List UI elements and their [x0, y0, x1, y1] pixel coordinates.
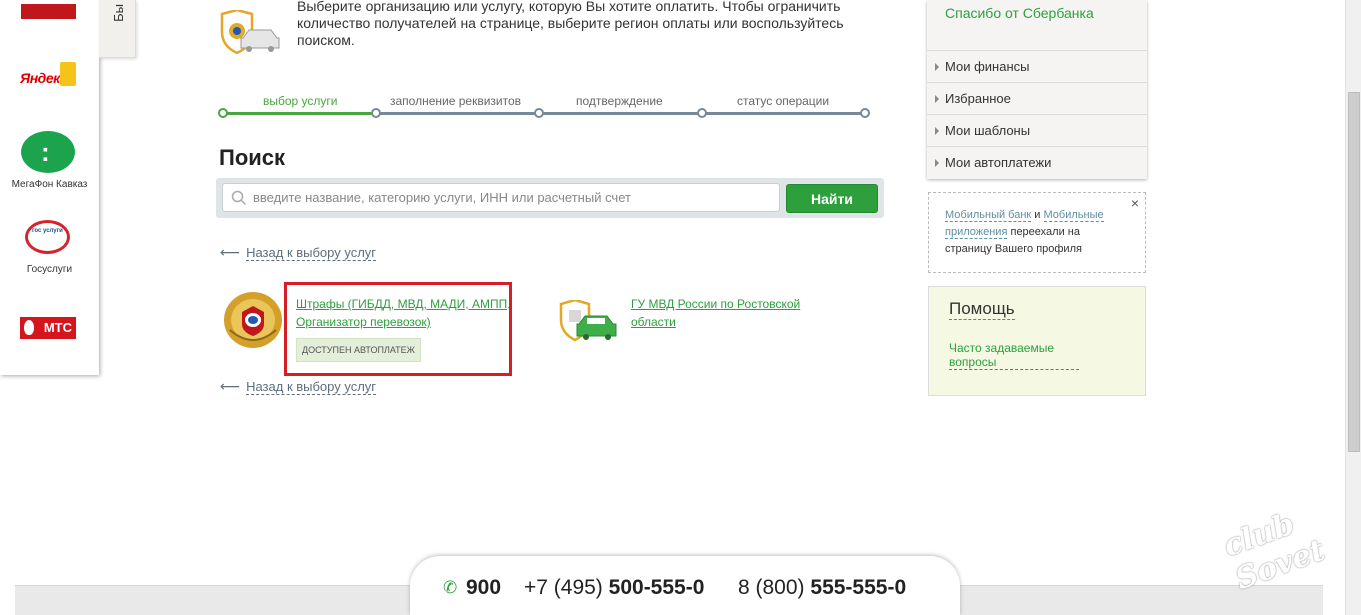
progress-dot-2 [371, 108, 381, 118]
short-phone-number[interactable]: 900 [466, 576, 501, 600]
result-gu-mvd-link[interactable]: ГУ МВД России по Ростовской области [631, 295, 821, 331]
search-icon [231, 190, 247, 206]
close-icon[interactable]: × [1131, 195, 1139, 212]
progress-dot-3 [534, 108, 544, 118]
page: Яндекс : МегаФон Кавказ гос услуги Госус… [0, 0, 1361, 615]
menu-item-label: Мои шаблоны [945, 123, 1031, 138]
highlight-box [284, 282, 512, 376]
partner-label-megafon[interactable]: МегаФон Кавказ [0, 179, 99, 190]
moscow-phone-prefix: +7 (495) [524, 576, 603, 599]
gosuslugi-logo[interactable]: гос услуги [25, 220, 70, 254]
notice-and: и [1034, 209, 1041, 221]
find-button[interactable]: Найти [786, 184, 878, 213]
gosuslugi-logo-text: гос услуги [32, 228, 63, 234]
moscow-phone-number: 500-555-0 [608, 576, 705, 599]
progress-dot-4 [697, 108, 707, 118]
side-tab-label: Бы [111, 4, 126, 22]
mts-egg-icon [24, 320, 34, 335]
mobile-bank-link[interactable]: Мобильный банк [945, 209, 1032, 222]
result-gu-mvd-title: ГУ МВД России по Ростовской области [631, 297, 801, 329]
back-to-services-link-bottom[interactable]: ⟵ Назад к выбору услуг [220, 378, 377, 395]
moscow-phone[interactable]: +7 (495) 500-555-0 [524, 576, 704, 600]
menu-item-label: Мои финансы [945, 59, 1030, 74]
back-link-label: Назад к выбору услуг [246, 379, 377, 395]
faq-link[interactable]: Часто задаваемые вопросы [949, 341, 1079, 370]
intro-text: Выберите организацию или услугу, которую… [297, 0, 844, 48]
side-tab[interactable]: Бы [99, 0, 136, 58]
scrollbar-thumb[interactable] [1348, 92, 1360, 452]
partner-red-logo[interactable] [21, 4, 76, 19]
free-phone[interactable]: 8 (800) 555-555-0 [738, 576, 906, 600]
partners-sidebar: Яндекс : МегаФон Кавказ гос услуги Госус… [0, 0, 99, 375]
progress-dot-5 [860, 108, 870, 118]
phone-icon: ✆ [443, 578, 458, 597]
progress-line-todo [376, 112, 868, 115]
wallet-icon [60, 62, 76, 86]
traffic-police-emblem-icon [224, 292, 282, 348]
traffic-police-car-icon [220, 10, 280, 54]
sberbank-thanks-link[interactable]: Спасибо от Сбербанка [945, 5, 1094, 21]
search-panel: введите название, категорию услуги, ИНН … [216, 178, 884, 218]
help-title[interactable]: Помощь [949, 299, 1015, 320]
menu-item-label: Мои автоплатежи [945, 155, 1052, 170]
back-link-label: Назад к выбору услуг [246, 245, 377, 261]
menu-item-my-templates[interactable]: Мои шаблоны [927, 114, 1147, 146]
megafon-logo-mark: : [41, 137, 50, 167]
partner-label-gosuslugi[interactable]: Госуслуги [0, 264, 99, 275]
search-title: Поиск [219, 145, 286, 170]
progress-steps: выбор услуги заполнение реквизитов подтв… [218, 92, 873, 122]
mobile-bank-notice: × Мобильный банк и Мобильные приложения … [928, 192, 1146, 273]
free-phone-number: 555-555-0 [810, 576, 907, 599]
step-label-fill-details: заполнение реквизитов [390, 94, 522, 108]
step-label-confirmation: подтверждение [576, 94, 663, 108]
police-car-green-icon [559, 300, 617, 342]
progress-dot-1 [218, 108, 228, 118]
step-label-select-service: выбор услуги [263, 94, 338, 108]
progress-line-done [223, 112, 376, 115]
help-box: Помощь Часто задаваемые вопросы [928, 286, 1146, 396]
search-input[interactable]: введите название, категорию услуги, ИНН … [222, 183, 780, 212]
right-menu: Спасибо от Сбербанка Мои финансы Избранн… [927, 0, 1147, 179]
watermark-logo: club Sovet [1219, 506, 1330, 597]
short-number-value: 900 [466, 576, 502, 599]
mts-logo-text: МТС [43, 320, 72, 335]
back-to-services-link-top[interactable]: ⟵ Назад к выбору услуг [220, 244, 377, 261]
yandex-logo[interactable]: Яндекс [18, 60, 80, 92]
step-label-operation-status: статус операции [737, 94, 830, 108]
arrow-left-icon: ⟵ [220, 244, 241, 260]
vertical-scrollbar[interactable] [1345, 0, 1361, 615]
menu-item-my-finances[interactable]: Мои финансы [927, 50, 1147, 82]
menu-item-my-autopayments[interactable]: Мои автоплатежи [927, 146, 1147, 178]
megafon-logo[interactable]: : [21, 131, 75, 173]
mts-logo[interactable]: МТС [20, 317, 76, 339]
phone-bar: ✆ 900 +7 (495) 500-555-0 8 (800) 555-555… [410, 556, 960, 615]
menu-item-label: Избранное [945, 91, 1011, 106]
free-phone-prefix: 8 (800) [738, 576, 805, 599]
arrow-left-icon: ⟵ [220, 378, 241, 394]
menu-item-favorites[interactable]: Избранное [927, 82, 1147, 114]
